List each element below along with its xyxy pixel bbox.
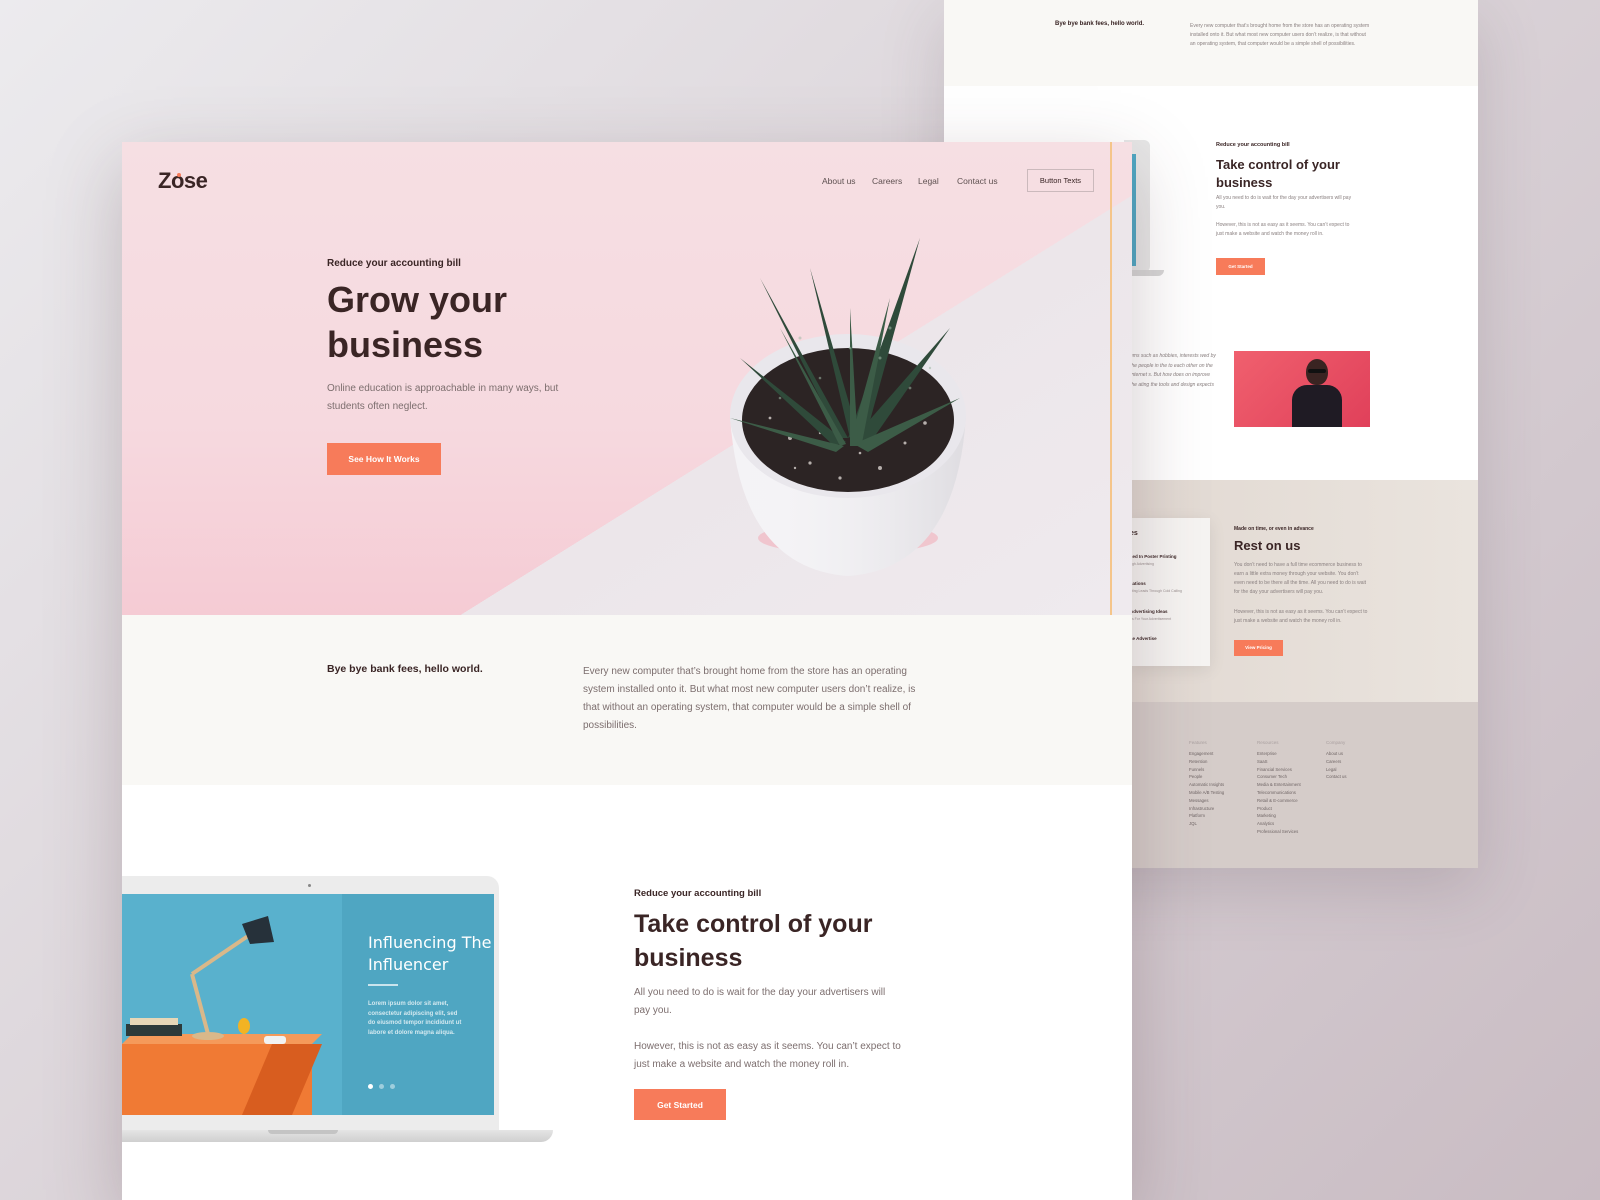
card-item-title: cations (1130, 581, 1146, 586)
card-item-sub: ating Leads Through Cold Calling (1130, 589, 1182, 593)
back-services-card: es ced In Poster Printing ugh Advertisin… (1130, 518, 1210, 666)
nav-legal[interactable]: Legal (918, 176, 939, 186)
card-item-sub: ds For Your Advertisement (1130, 617, 1172, 621)
nav-careers[interactable]: Careers (872, 176, 902, 186)
card-item-title: Advertising Ideas (1130, 609, 1168, 614)
back-rest-text-2: However, this is not as easy as it seems… (1234, 609, 1368, 624)
laptop-mockup: Influencing The Influencer Lorem ipsum d… (122, 876, 553, 1146)
screen-divider (368, 984, 398, 986)
footer-link[interactable]: Professional Services (1257, 828, 1301, 836)
back-intro-body: Every new computer that’s brought home f… (1190, 23, 1370, 47)
footer-link[interactable]: Engagement (1189, 750, 1224, 758)
hero-section: Zose About us Careers Legal Contact us B… (122, 142, 1132, 615)
card-item-title: ced In Poster Printing (1130, 554, 1177, 559)
back-control-title: Take control of your business (1216, 157, 1340, 190)
hero-title: Grow your business (327, 279, 508, 365)
footer-link[interactable]: Retention (1189, 758, 1224, 766)
control-eyebrow: Reduce your accounting bill (634, 888, 762, 899)
nav-about-us[interactable]: About us (822, 176, 856, 186)
back-rest-eyebrow: Made on time, or even in advance (1234, 526, 1314, 532)
back-control-eyebrow: Reduce your accounting bill (1216, 142, 1290, 148)
see-how-it-works-button[interactable]: See How It Works (327, 443, 441, 475)
back-quote-text: ems such as hobbies, interests wed by th… (1130, 353, 1216, 388)
front-page-edge-accent (1110, 142, 1112, 615)
logo-text: Zose (158, 168, 208, 193)
footer-link[interactable]: Funnels (1189, 766, 1224, 774)
carousel-dots[interactable] (368, 1084, 395, 1089)
hero-subtitle: Online education is approachable in many… (327, 383, 559, 412)
footer-column-features: Features Engagement Retention Funnels Pe… (1189, 740, 1224, 828)
footer-link[interactable]: Enterprise (1257, 750, 1301, 758)
footer-link[interactable]: Analytics (1257, 820, 1301, 828)
control-section: Reduce your accounting bill Take control… (122, 785, 1132, 1200)
footer-column-heading: Resources (1257, 740, 1279, 745)
back-intro-heading: Bye bye bank fees, hello world. (1055, 21, 1145, 27)
intro-heading: Bye bye bank fees, hello world. (327, 663, 483, 675)
laptop-screen: Influencing The Influencer Lorem ipsum d… (122, 894, 494, 1115)
footer-link[interactable]: People (1189, 773, 1224, 781)
desk-lamp-illustration (122, 916, 322, 1115)
laptop-notch (268, 1130, 338, 1134)
back-get-started-button[interactable]: Get Started (1216, 258, 1265, 275)
view-pricing-button[interactable]: View Pricing (1234, 640, 1283, 656)
nav-cta-button[interactable]: Button Texts (1027, 169, 1094, 192)
control-title: Take control of your business (634, 910, 873, 972)
footer-link[interactable]: Platform (1189, 812, 1224, 820)
footer-column-company: Company About us Careers Legal Contact u… (1326, 740, 1347, 781)
back-control-text-2: However, this is not as easy as it seems… (1216, 222, 1350, 237)
screen-body-text: Lorem ipsum dolor sit amet, consectetur … (368, 1001, 462, 1036)
footer-link[interactable]: Contact us (1326, 773, 1347, 781)
back-rest-title: Rest on us (1234, 538, 1301, 553)
footer-link[interactable]: Media & Entertainment (1257, 781, 1301, 789)
footer-link[interactable]: Infrastructure (1189, 805, 1224, 813)
footer-link[interactable]: Financial Services (1257, 766, 1301, 774)
screen-headline: Influencing The Influencer (368, 933, 492, 974)
carousel-dot[interactable] (379, 1084, 384, 1089)
card-item-sub: ugh Advertising (1130, 562, 1154, 566)
footer-link[interactable]: Messages (1189, 797, 1224, 805)
nav-contact-us[interactable]: Contact us (957, 176, 998, 186)
logo-dot-icon (177, 173, 181, 177)
potted-plant-image (730, 238, 966, 576)
footer-link[interactable]: Consumer Tech (1257, 773, 1301, 781)
intro-section: Bye bye bank fees, hello world. Every ne… (122, 615, 1132, 785)
footer-link[interactable]: Mobile A/B Testing (1189, 789, 1224, 797)
back-rest-text-1: You don’t need to have a full time ecomm… (1234, 562, 1367, 595)
control-text-2: However, this is not as easy as it seems… (634, 1041, 901, 1070)
hero-eyebrow: Reduce your accounting bill (327, 258, 461, 269)
footer-column-heading: Features (1189, 740, 1207, 745)
control-text-1: All you need to do is wait for the day y… (634, 987, 886, 1016)
footer-column-heading: Company (1326, 740, 1346, 745)
footer-link[interactable]: Retail & E-commerce (1257, 797, 1301, 805)
footer-column-resources: Resources Enterprise SaaS Financial Serv… (1257, 740, 1301, 836)
intro-body: Every new computer that’s brought home f… (583, 666, 916, 731)
carousel-dot[interactable] (390, 1084, 395, 1089)
get-started-button[interactable]: Get Started (634, 1089, 726, 1120)
back-intro-section: Bye bye bank fees, hello world. Every ne… (944, 0, 1478, 86)
footer-link[interactable]: Legal (1326, 766, 1347, 774)
laptop-camera (308, 884, 311, 887)
footer-link[interactable]: SaaS (1257, 758, 1301, 766)
front-page-preview: Zose About us Careers Legal Contact us B… (122, 142, 1132, 1200)
carousel-dot-active[interactable] (368, 1084, 373, 1089)
footer-link[interactable]: Product (1257, 805, 1301, 813)
footer-link[interactable]: Automatic Insights (1189, 781, 1224, 789)
footer-link[interactable]: Careers (1326, 758, 1347, 766)
person-photo (1234, 351, 1370, 427)
zose-logo[interactable]: Zose (158, 168, 208, 194)
footer-link[interactable]: Marketing (1257, 812, 1301, 820)
footer-link[interactable]: Telecommunications (1257, 789, 1301, 797)
footer-link[interactable]: JQL (1189, 820, 1224, 828)
back-control-text-1: All you need to do is wait for the day y… (1216, 195, 1352, 210)
card-item-title: se Advertise (1130, 636, 1157, 641)
footer-link[interactable]: About us (1326, 750, 1347, 758)
